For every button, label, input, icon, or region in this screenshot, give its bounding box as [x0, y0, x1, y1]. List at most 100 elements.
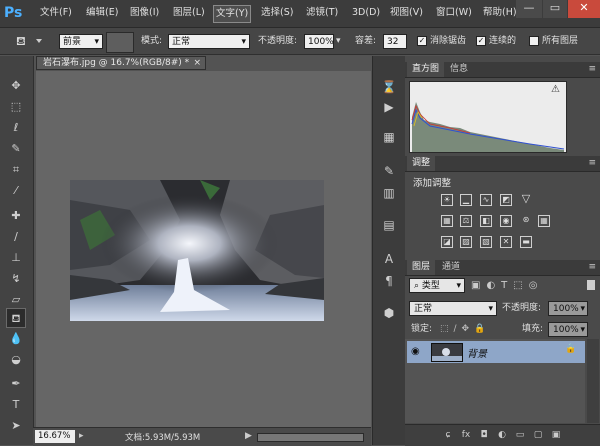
- exposure-icon[interactable]: ◩: [500, 194, 512, 206]
- paint-bucket-tool-icon[interactable]: ⛾: [6, 308, 26, 328]
- panel-menu-icon[interactable]: ≡: [588, 260, 596, 275]
- antialias-checkbox[interactable]: ✓: [417, 36, 427, 46]
- lock-option-icons[interactable]: ⬚∕✥🔒: [440, 322, 500, 336]
- contiguous-checkbox[interactable]: ✓: [476, 36, 486, 46]
- path-selection-tool-icon[interactable]: ➤: [6, 416, 26, 436]
- waterfall-photo[interactable]: [70, 180, 324, 321]
- menu-layer[interactable]: 图层(L): [171, 5, 207, 21]
- type-tool-icon[interactable]: T: [6, 395, 26, 415]
- tab-adjustments[interactable]: 调整: [407, 156, 436, 171]
- crop-tool-icon[interactable]: ⌗: [6, 160, 26, 180]
- fill-source-select[interactable]: 前景 ▾: [59, 34, 103, 49]
- panel-menu-icon[interactable]: ≡: [588, 62, 596, 77]
- layers-scrollbar[interactable]: [587, 339, 599, 423]
- menu-help[interactable]: 帮助(H): [481, 5, 519, 21]
- link-layers-icon[interactable]: ɕ: [441, 428, 455, 442]
- close-button[interactable]: ✕: [568, 0, 600, 18]
- mode-select[interactable]: 正常 ▾: [168, 34, 250, 49]
- close-document-icon[interactable]: ×: [193, 57, 201, 70]
- posterize-icon[interactable]: ▨: [460, 236, 472, 248]
- filter-toggle-icon[interactable]: [587, 280, 595, 290]
- brush-panel-icon[interactable]: ✎: [379, 162, 399, 180]
- eyedropper-tool-icon[interactable]: ⁄: [6, 181, 26, 201]
- warning-icon[interactable]: ⚠: [551, 84, 560, 95]
- layer-kind-filter[interactable]: ⌕ 类型 ▾: [409, 278, 465, 293]
- minimize-button[interactable]: —: [516, 0, 542, 18]
- channel-mixer-icon[interactable]: ⊛: [520, 215, 532, 227]
- status-menu-icon[interactable]: ▸: [79, 430, 91, 443]
- levels-icon[interactable]: ▁: [460, 194, 472, 206]
- color-balance-icon[interactable]: ⚖: [460, 215, 472, 227]
- marquee-tool-icon[interactable]: ⬚: [6, 97, 26, 117]
- zoom-input[interactable]: 16.67%: [35, 430, 75, 443]
- gradient-map-icon[interactable]: ▬: [520, 236, 532, 248]
- photo-filter-icon[interactable]: ◉: [500, 215, 512, 227]
- preset-dropdown-icon[interactable]: [36, 39, 42, 43]
- menu-window[interactable]: 窗口(W): [434, 5, 474, 21]
- brightness-contrast-icon[interactable]: ☀: [441, 194, 453, 206]
- blur-tool-icon[interactable]: 💧: [6, 329, 26, 349]
- paragraph-panel-icon[interactable]: ¶: [379, 272, 399, 290]
- panel-menu-icon[interactable]: ≡: [588, 156, 596, 171]
- new-layer-icon[interactable]: ▢: [531, 428, 545, 442]
- adjustment-layer-icon[interactable]: ◐: [495, 428, 509, 442]
- threshold-icon[interactable]: ▧: [480, 236, 492, 248]
- layer-row-background[interactable]: ◉ 背景 🔒: [407, 341, 585, 363]
- tab-channels[interactable]: 通道: [437, 260, 465, 275]
- history-panel-icon[interactable]: ⌛: [379, 78, 399, 96]
- eye-icon[interactable]: ◉: [411, 345, 425, 359]
- clone-source-panel-icon[interactable]: ▤: [379, 216, 399, 234]
- menu-3d[interactable]: 3D(D): [350, 5, 382, 21]
- pen-tool-icon[interactable]: ✒: [6, 374, 26, 394]
- document-tab[interactable]: 岩石瀑布.jpg @ 16.7%(RGB/8#) * ×: [36, 56, 206, 70]
- menu-file[interactable]: 文件(F): [38, 5, 74, 21]
- lasso-tool-icon[interactable]: ℓ: [6, 118, 26, 138]
- history-brush-tool-icon[interactable]: ↯: [6, 269, 26, 289]
- brush-presets-panel-icon[interactable]: ▥: [379, 184, 399, 202]
- tab-info[interactable]: 信息: [445, 62, 473, 77]
- layer-opacity-input[interactable]: 100% ▾: [548, 301, 588, 316]
- fill-input[interactable]: 100% ▾: [548, 322, 588, 337]
- menu-select[interactable]: 选择(S): [259, 5, 295, 21]
- layer-filter-icons[interactable]: ▣◐T⬚◎: [471, 278, 581, 293]
- menu-view[interactable]: 视图(V): [388, 5, 425, 21]
- new-group-icon[interactable]: ▭: [513, 428, 527, 442]
- tab-layers[interactable]: 图层: [407, 260, 436, 275]
- menu-type[interactable]: 文字(Y): [213, 5, 252, 23]
- color-lookup-icon[interactable]: ▦: [538, 215, 550, 227]
- layer-style-icon[interactable]: fx: [459, 428, 473, 442]
- hue-saturation-icon[interactable]: ▦: [441, 215, 453, 227]
- tab-histogram[interactable]: 直方图: [407, 62, 445, 77]
- restore-button[interactable]: ▭: [543, 0, 567, 18]
- menu-edit[interactable]: 编辑(E): [84, 5, 120, 21]
- curves-icon[interactable]: ∿: [480, 194, 492, 206]
- move-tool-icon[interactable]: ✥: [6, 76, 26, 96]
- delete-layer-icon[interactable]: ▣: [549, 428, 563, 442]
- blend-mode-select[interactable]: 正常 ▾: [409, 301, 497, 316]
- pattern-picker[interactable]: [106, 32, 134, 53]
- actions-panel-icon[interactable]: ▶: [379, 98, 399, 116]
- opacity-input[interactable]: 100%: [304, 34, 334, 49]
- 3d-panel-icon[interactable]: ⬢: [379, 304, 399, 322]
- add-mask-icon[interactable]: ◘: [477, 428, 491, 442]
- menu-filter[interactable]: 滤镜(T): [304, 5, 340, 21]
- selective-color-icon[interactable]: ✕: [500, 236, 512, 248]
- status-arrow-icon[interactable]: ▶: [245, 430, 255, 443]
- black-white-icon[interactable]: ◧: [480, 215, 492, 227]
- quick-select-tool-icon[interactable]: ✎: [6, 139, 26, 159]
- opacity-slider-icon[interactable]: ▾: [336, 34, 346, 49]
- character-panel-icon[interactable]: A: [379, 250, 399, 268]
- clone-stamp-tool-icon[interactable]: ⊥: [6, 248, 26, 268]
- tolerance-input[interactable]: 32: [383, 34, 407, 49]
- horizontal-scrollbar[interactable]: [257, 433, 364, 442]
- properties-panel-icon[interactable]: ▦: [379, 128, 399, 146]
- brush-tool-icon[interactable]: ∕: [6, 227, 26, 247]
- all-layers-checkbox[interactable]: [529, 36, 539, 46]
- menu-image[interactable]: 图像(I): [128, 5, 161, 21]
- dodge-tool-icon[interactable]: ◒: [6, 350, 26, 370]
- healing-brush-tool-icon[interactable]: ✚: [6, 206, 26, 226]
- eraser-tool-icon[interactable]: ▱: [6, 290, 26, 310]
- vibrance-icon[interactable]: ▽: [520, 193, 532, 206]
- invert-icon[interactable]: ◪: [441, 236, 453, 248]
- paint-bucket-tool-preset-icon[interactable]: ⛾: [16, 33, 34, 49]
